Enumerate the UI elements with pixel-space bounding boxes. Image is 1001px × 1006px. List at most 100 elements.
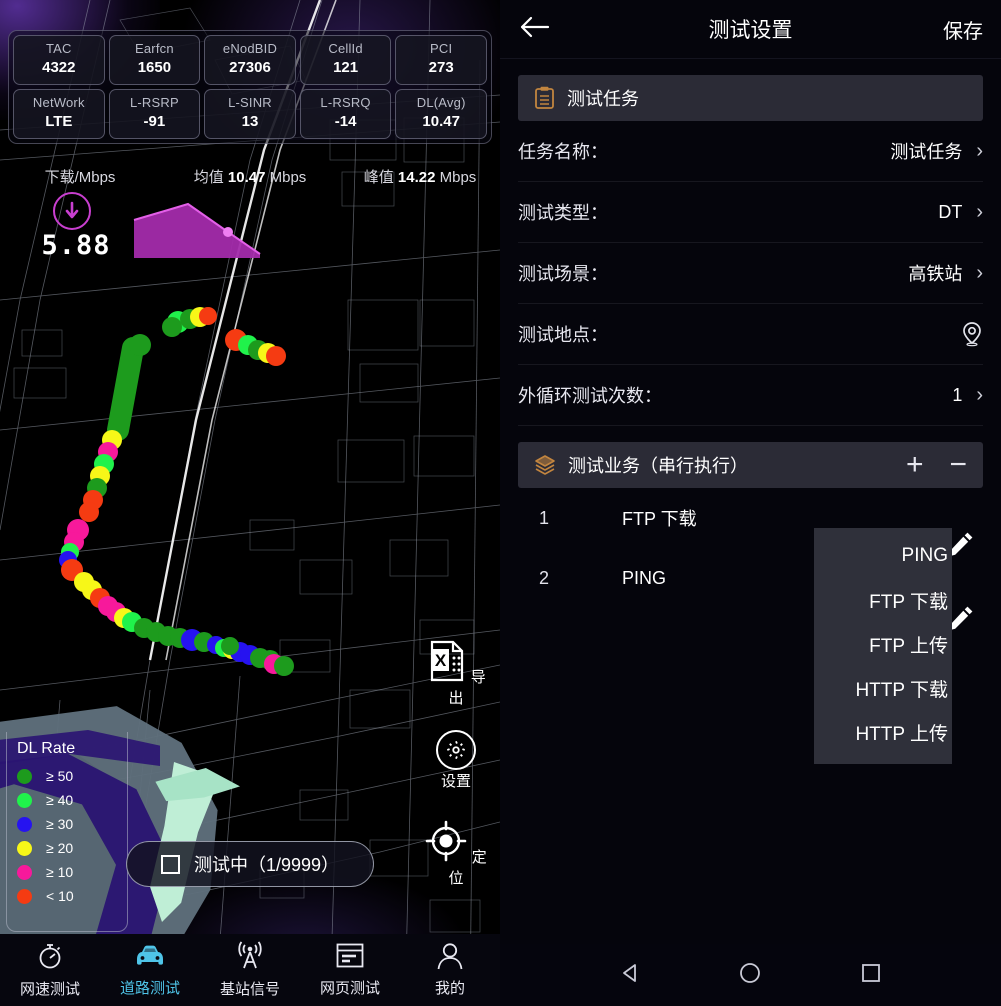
average-prefix: 均值 [193,169,224,186]
save-button[interactable]: 保存 [943,15,983,44]
kpi-key: TAC [45,41,72,56]
nav-home-icon[interactable] [738,961,762,990]
kpi-cell-sinr: L-SINR 13 [204,89,296,139]
dropdown-option-http-download[interactable]: HTTP 下载 [814,666,952,710]
dropdown-option-http-upload[interactable]: HTTP 上传 [814,710,952,754]
tab-base-station-signal[interactable]: 基站信号 [200,941,300,999]
stopwatch-icon [35,944,65,975]
legend-swatch [17,816,32,832]
map-settings-button[interactable]: 设置 [420,730,492,791]
test-business-section-header: 测试业务（串行执行） + − [518,442,983,488]
row-test-scenario[interactable]: 测试场景： 高铁站 › [518,243,983,304]
kpi-value: -91 [143,113,166,130]
legend-label: ≥ 40 [46,792,74,808]
row-value: 测试任务 [890,142,963,162]
kpi-value: 273 [428,59,454,76]
row-test-location[interactable]: 测试地点： [518,304,983,365]
business-section-actions: + − [906,450,967,480]
business-index: 1 [538,507,549,528]
row-value: DT [938,201,963,222]
row-outer-loop-count[interactable]: 外循环测试次数： 1 › [518,365,983,426]
kpi-key: NetWork [32,95,85,110]
legend-swatch [17,888,32,904]
kpi-key: CellId [328,41,363,56]
kpi-key: L-SINR [228,95,272,110]
legend-item: ≥ 50 [17,764,117,788]
signal-tower-icon [232,941,268,975]
kpi-value: 4322 [42,59,76,76]
tab-mine[interactable]: 我的 [400,942,500,998]
chevron-right-icon: › [976,262,983,284]
tab-speed-test[interactable]: 网速测试 [0,941,100,999]
android-navigation-bar [500,944,1001,1006]
dropdown-option-ftp-upload[interactable]: FTP 上传 [814,622,952,666]
kpi-value: 10.47 [422,113,460,130]
chevron-right-icon: › [976,140,983,162]
tab-label: 基站信号 [219,981,280,998]
bottom-tabbar: 网速测试 道路测试 基站信号 网页测试 我的 [0,934,500,1006]
kpi-key: eNodBID [222,41,278,56]
legend-label: < 10 [46,888,74,904]
test-status-pill[interactable]: 测试中（1/9999） [126,841,374,887]
kpi-value: -14 [334,113,357,130]
row-label: 任务名称： [518,142,608,162]
excel-export-icon: X [426,640,470,686]
map-pin-icon[interactable] [961,321,983,347]
legend-item: ≥ 10 [17,860,117,884]
kpi-panel: TAC 4322 Earfcn 1650 eNodBID 27306 CellI… [8,30,492,144]
plus-icon[interactable]: + [906,450,924,480]
kpi-value: 121 [333,59,359,76]
legend-label: ≥ 10 [46,864,74,880]
chevron-right-icon: › [976,201,983,223]
row-task-name[interactable]: 任务名称： 测试任务 › [518,121,983,182]
tab-label: 网页测试 [319,980,380,997]
average-unit: Mbps [269,169,307,186]
dl-rate-legend: DL Rate ≥ 50 ≥ 40 ≥ 30 ≥ 20 ≥ 10 < 10 [6,732,128,932]
average-speed: 均值 10.47 Mbps [160,166,340,187]
test-task-section-header: 测试任务 [518,75,983,121]
peak-speed: 峰值 14.22 Mbps [340,166,500,187]
download-arrow-icon [53,192,91,230]
business-name: FTP 下载 [622,509,697,529]
legend-item: ≥ 30 [17,812,117,836]
test-status-label: 测试中（1/9999） [193,855,340,875]
header-divider [500,58,1001,59]
business-list: 1 FTP 下载 2 PING PING FTP 下载 FTP 上传 HTTP … [518,488,983,764]
test-business-section-title: 测试业务（串行执行） [568,456,748,476]
legend-label: ≥ 50 [46,768,74,784]
peak-unit: Mbps [439,169,477,186]
dropdown-option-ping[interactable]: PING [814,534,952,578]
clipboard-icon [534,86,555,110]
tab-road-test[interactable]: 道路测试 [100,942,200,998]
kpi-cell-tac: TAC 4322 [13,35,105,85]
locate-button[interactable]: 定位 [420,820,492,888]
nav-recents-icon[interactable] [860,962,882,989]
dropdown-option-ftp-download[interactable]: FTP 下载 [814,578,952,622]
row-value: 高铁站 [908,264,963,284]
kpi-cell-enodbid: eNodBID 27306 [204,35,296,85]
svg-text:X: X [435,651,447,670]
kpi-value: 1650 [137,59,172,76]
map-settings-label: 设置 [440,773,471,790]
test-task-section-title: 测试任务 [567,89,639,109]
tab-web-test[interactable]: 网页测试 [300,942,400,998]
kpi-cell-network: NetWork LTE [13,89,105,139]
business-type-dropdown[interactable]: PING FTP 下载 FTP 上传 HTTP 下载 HTTP 上传 [814,528,952,764]
current-download-speed: 5.88 [41,230,111,261]
row-label: 测试场景： [518,264,608,284]
kpi-value: 13 [241,113,259,130]
kpi-value: LTE [45,113,73,130]
speed-summary: 下载/Mbps 均值 10.47 Mbps 峰值 14.22 Mbps [0,166,500,187]
legend-label: ≥ 30 [46,816,74,832]
gear-icon [436,730,476,770]
chevron-right-icon: › [976,384,983,406]
kpi-key: L-RSRP [129,95,179,110]
nav-back-icon[interactable] [619,962,641,989]
peak-prefix: 峰值 [363,169,394,186]
minus-icon[interactable]: − [949,450,967,480]
row-test-type[interactable]: 测试类型： DT › [518,182,983,243]
arrow-left-icon[interactable] [518,15,550,44]
crosshair-icon [425,820,471,866]
export-button[interactable]: X 导出 [420,640,492,708]
average-value: 10.47 [227,169,266,186]
